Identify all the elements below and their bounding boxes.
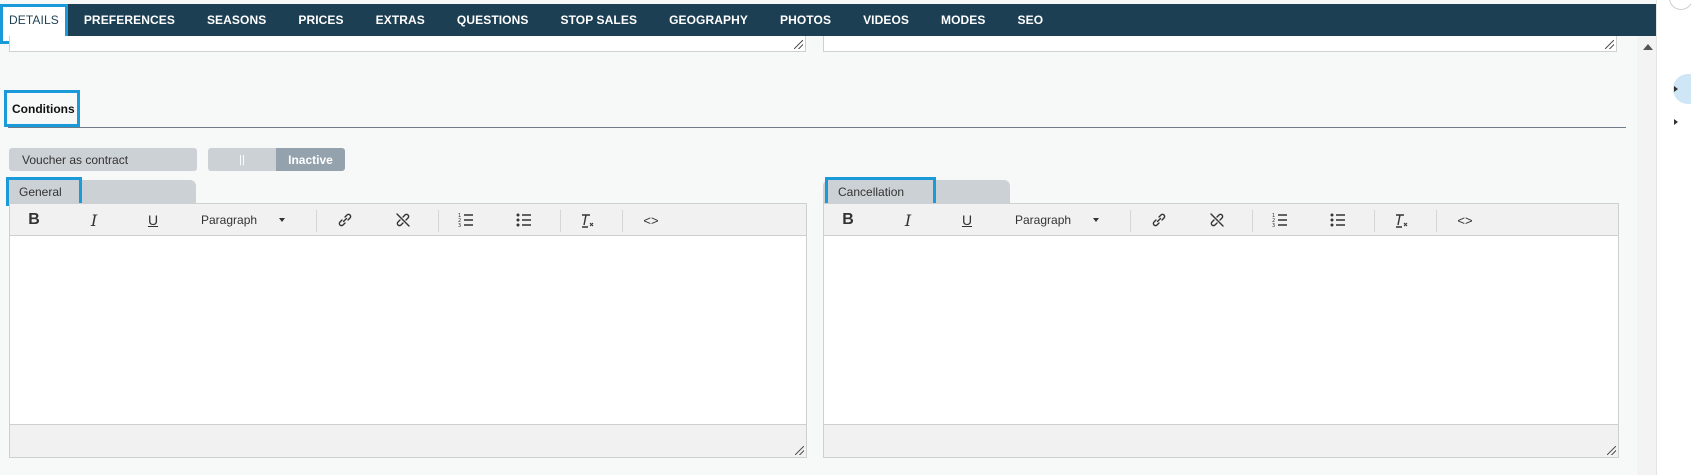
toolbar-separator bbox=[1374, 210, 1375, 232]
source-code-icon[interactable]: <> bbox=[638, 204, 664, 236]
underline-icon[interactable]: U bbox=[143, 204, 163, 236]
toolbar-separator bbox=[1436, 210, 1437, 232]
format-dropdown[interactable]: Paragraph bbox=[201, 204, 286, 236]
toolbar-separator bbox=[438, 210, 439, 232]
format-dropdown[interactable]: Paragraph bbox=[1015, 204, 1100, 236]
editor-toolbar: B I U Paragraph 123 <> bbox=[10, 204, 806, 236]
voucher-toggle[interactable]: || Inactive bbox=[208, 148, 345, 171]
clear-formatting-icon[interactable] bbox=[1389, 204, 1413, 236]
cancellation-editor: B I U Paragraph 123 <> bbox=[823, 203, 1619, 458]
toolbar-separator bbox=[316, 210, 317, 232]
svg-text:3: 3 bbox=[458, 223, 461, 228]
editor-content-area[interactable] bbox=[10, 237, 806, 425]
numbered-list-icon[interactable]: 123 bbox=[1268, 204, 1292, 236]
editor-toolbar: B I U Paragraph 123 <> bbox=[824, 204, 1618, 236]
italic-icon[interactable]: I bbox=[84, 204, 104, 236]
tab-cancellation[interactable]: Cancellation bbox=[825, 177, 936, 206]
tab-seo[interactable]: SEO bbox=[1002, 4, 1060, 36]
editor-statusbar bbox=[824, 424, 1618, 457]
tab-geography[interactable]: GEOGRAPHY bbox=[653, 4, 764, 36]
right-side-panel bbox=[1656, 0, 1691, 475]
tab-videos[interactable]: VIDEOS bbox=[847, 4, 925, 36]
resize-grip-icon[interactable] bbox=[794, 40, 803, 49]
tab-stop-sales[interactable]: STOP SALES bbox=[544, 4, 653, 36]
resize-grip-icon[interactable] bbox=[795, 446, 804, 455]
unlink-icon[interactable] bbox=[1205, 204, 1229, 236]
page-scrollbar[interactable] bbox=[1637, 36, 1656, 475]
editor-content-area[interactable] bbox=[824, 237, 1618, 425]
scroll-up-arrow-icon[interactable] bbox=[1643, 44, 1653, 50]
italic-icon[interactable]: I bbox=[898, 204, 918, 236]
svg-text:3: 3 bbox=[1272, 223, 1275, 228]
chevron-down-icon bbox=[279, 218, 286, 222]
tab-label: DETAILS bbox=[9, 13, 59, 27]
voucher-as-contract-label: Voucher as contract bbox=[9, 148, 197, 171]
textarea-above-left[interactable] bbox=[9, 36, 806, 52]
resize-grip-icon[interactable] bbox=[1607, 446, 1616, 455]
chevron-down-icon bbox=[1093, 218, 1100, 222]
source-code-icon[interactable]: <> bbox=[1452, 204, 1478, 236]
tab-photos[interactable]: PHOTOS bbox=[764, 4, 847, 36]
toolbar-separator bbox=[1130, 210, 1131, 232]
insert-link-icon[interactable] bbox=[333, 204, 357, 236]
tab-preferences[interactable]: PREFERENCES bbox=[68, 4, 191, 36]
toolbar-separator bbox=[622, 210, 623, 232]
conditions-divider bbox=[8, 127, 1626, 128]
bullet-list-icon[interactable] bbox=[512, 204, 536, 236]
clear-formatting-icon[interactable] bbox=[575, 204, 599, 236]
toggle-state-label: Inactive bbox=[276, 148, 345, 171]
bold-icon[interactable]: B bbox=[838, 204, 858, 236]
insert-link-icon[interactable] bbox=[1147, 204, 1171, 236]
top-nav: DETAILS PREFERENCES SEASONS PRICES EXTRA… bbox=[0, 4, 1656, 44]
general-editor: B I U Paragraph 123 <> bbox=[9, 203, 807, 458]
toolbar-separator bbox=[560, 210, 561, 232]
tab-modes[interactable]: MODES bbox=[925, 4, 1002, 36]
conditions-title[interactable]: Conditions bbox=[4, 90, 80, 127]
textarea-above-right[interactable] bbox=[823, 36, 1617, 52]
tab-prices[interactable]: PRICES bbox=[282, 4, 359, 36]
bullet-list-icon[interactable] bbox=[1326, 204, 1350, 236]
expand-arrow-icon[interactable] bbox=[1674, 119, 1678, 125]
bold-icon[interactable]: B bbox=[24, 204, 44, 236]
tab-extras[interactable]: EXTRAS bbox=[360, 4, 441, 36]
format-dropdown-label: Paragraph bbox=[201, 213, 258, 227]
side-circle-button[interactable] bbox=[1669, 0, 1691, 10]
toggle-knob[interactable]: || bbox=[208, 148, 276, 171]
unlink-icon[interactable] bbox=[391, 204, 415, 236]
editor-statusbar bbox=[10, 424, 806, 457]
toolbar-separator bbox=[1252, 210, 1253, 232]
format-dropdown-label: Paragraph bbox=[1015, 213, 1072, 227]
underline-icon[interactable]: U bbox=[957, 204, 977, 236]
tab-general[interactable]: General bbox=[6, 177, 82, 206]
tab-seasons[interactable]: SEASONS bbox=[191, 4, 282, 36]
numbered-list-icon[interactable]: 123 bbox=[454, 204, 478, 236]
resize-grip-icon[interactable] bbox=[1605, 40, 1614, 49]
expand-arrow-icon[interactable] bbox=[1674, 86, 1678, 92]
tab-questions[interactable]: QUESTIONS bbox=[441, 4, 545, 36]
